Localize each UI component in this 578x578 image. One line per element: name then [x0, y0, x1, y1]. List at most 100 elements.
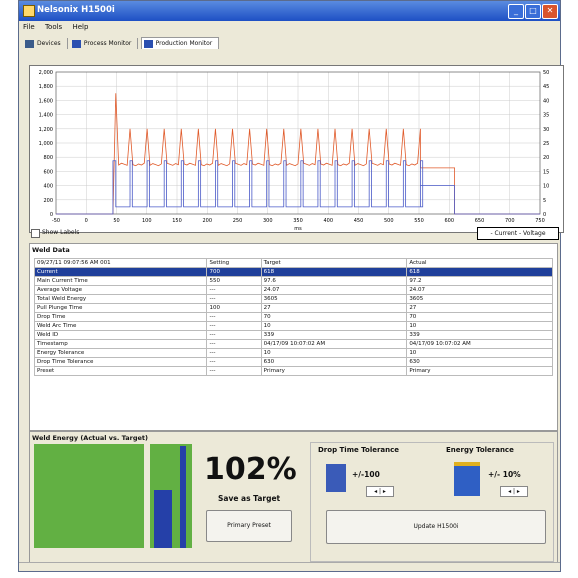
drop-time-tolerance-title: Drop Time Tolerance	[318, 446, 400, 454]
y2-tick-label: 25	[543, 141, 549, 147]
table-header[interactable]: Setting	[206, 258, 262, 268]
chart-svg: 2,0001,8001,6001,4001,2001,0008006004002…	[39, 70, 550, 232]
table-header[interactable]: Target	[260, 258, 408, 268]
x-tick-label: 700	[505, 218, 515, 224]
x-tick-label: 150	[172, 218, 182, 224]
table-row[interactable]: Pull Plunge Time 100 27 27	[33, 303, 553, 313]
weld-data-table: 09/27/11 09:07:56 AM 001 Setting Target Act…	[33, 258, 553, 376]
table-cell: 04/17/09 10:07:02 AM	[406, 339, 553, 349]
y-tick-label: 800	[43, 155, 53, 161]
show-labels-label: Show Labels	[42, 229, 80, 236]
app-window: Nelsonix H1500i _ □ ✕ File Tools Help De…	[18, 0, 564, 572]
table-cell: 618	[260, 267, 408, 277]
tab-process-monitor[interactable]: Process Monitor	[70, 38, 139, 49]
drop-time-stepper[interactable]: ◂ | ▸	[366, 486, 394, 497]
y2-tick-label: 30	[543, 127, 549, 133]
table-cell: ---	[206, 339, 262, 349]
y-tick-label: 1,600	[39, 98, 53, 104]
actual-bar	[154, 490, 172, 548]
table-row[interactable]: Weld Arc Time --- 10 10	[33, 321, 553, 331]
table-row[interactable]: Energy Tolerance --- 10 10	[33, 348, 553, 358]
energy-percent: 102%	[204, 452, 297, 487]
table-cell: 550	[206, 276, 262, 286]
energy-tolerance-title: Energy Tolerance	[446, 446, 514, 454]
table-row[interactable]: Preset --- Primary Primary	[33, 366, 553, 376]
tab-production-monitor[interactable]: Production Monitor	[140, 37, 220, 49]
energy-icon	[454, 462, 480, 496]
x-tick-label: 450	[354, 218, 364, 224]
energy-title: Weld Energy (Actual vs. Target)	[32, 434, 148, 442]
table-cell: ---	[206, 312, 262, 322]
menu-bar: File Tools Help	[23, 23, 96, 33]
show-labels-checkbox[interactable]	[31, 229, 40, 238]
y2-tick-label: 50	[543, 70, 549, 76]
menu-tools[interactable]: Tools	[45, 23, 62, 31]
process-chart: 2,000 1,800 1,600 1,400 1,200 1,000 800 600 400 2…	[29, 65, 564, 233]
table-cell: ---	[206, 285, 262, 295]
title-bar[interactable]: Nelsonix H1500i _ □ ✕	[19, 1, 560, 21]
table-cell: ---	[206, 357, 262, 367]
x-tick-label: -50	[52, 218, 60, 224]
table-row[interactable]: Drop Time Tolerance --- 630 630	[33, 357, 553, 367]
table-cell: Current	[33, 267, 208, 277]
table-cell: 100	[206, 303, 262, 313]
maximize-button[interactable]: □	[525, 4, 541, 19]
y-tick-label: 200	[43, 198, 53, 204]
menu-help[interactable]: Help	[72, 23, 88, 31]
table-cell: 10	[260, 321, 408, 331]
x-tick-label: 300	[263, 218, 273, 224]
table-cell: 630	[406, 357, 553, 367]
x-tick-label: 500	[384, 218, 394, 224]
update-button[interactable]: Update H1500i	[326, 510, 546, 544]
table-cell: 700	[206, 267, 262, 277]
table-cell: Average Voltage	[33, 285, 208, 295]
table-cell: ---	[206, 348, 262, 358]
primary-preset-button[interactable]: Primary Preset	[206, 510, 292, 542]
table-cell: ---	[206, 366, 262, 376]
devices-icon	[25, 40, 34, 48]
table-cell: ---	[206, 294, 262, 304]
save-as-target-label: Save as Target	[218, 494, 281, 503]
table-row[interactable]: Current 700 618 618	[33, 267, 553, 277]
tab-bar: Devices Process Monitor Production Monit…	[23, 37, 220, 51]
table-cell: 10	[260, 348, 408, 358]
y-tick-label: 600	[43, 169, 53, 175]
table-row[interactable]: Timestamp --- 04/17/09 10:07:02 AM 04/17/09…	[33, 339, 553, 349]
table-cell: ---	[206, 330, 262, 340]
table-cell: 97.2	[406, 276, 553, 286]
table-row[interactable]: Weld ID --- 339 339	[33, 330, 553, 340]
table-header[interactable]: Actual	[406, 258, 553, 268]
energy-fill-box	[34, 444, 144, 548]
y-tick-label: 400	[43, 184, 53, 190]
tab-devices[interactable]: Devices	[23, 38, 68, 49]
table-cell: 630	[260, 357, 408, 367]
minimize-button[interactable]: _	[508, 4, 524, 19]
y2-tick-label: 40	[543, 98, 549, 104]
x-tick-label: 50	[113, 218, 119, 224]
y-tick-label: 2,000	[39, 70, 53, 76]
chart-legend: - Current - Voltage	[477, 227, 559, 240]
menu-file[interactable]: File	[23, 23, 35, 31]
drop-time-icon	[326, 464, 346, 492]
x-tick-label: 0	[85, 218, 88, 224]
monitor-icon	[71, 40, 81, 48]
table-cell: Primary	[406, 366, 553, 376]
table-cell: 3605	[260, 294, 408, 304]
table-cell: 339	[406, 330, 553, 340]
y2-tick-label: 10	[543, 184, 549, 190]
close-button[interactable]: ✕	[542, 4, 558, 19]
table-row[interactable]: Average Voltage --- 24.07 24.07	[33, 285, 553, 295]
table-row[interactable]: Total Weld Energy --- 3605 3605	[33, 294, 553, 304]
table-row[interactable]: Main Current Time 550 97.6 97.2	[33, 276, 553, 286]
table-header[interactable]: 09/27/11 09:07:56 AM 001	[33, 258, 208, 268]
energy-stepper[interactable]: ◂ | ▸	[500, 486, 528, 497]
x-tick-label: 400	[323, 218, 333, 224]
table-cell: 3605	[406, 294, 553, 304]
drop-time-value: +/-100	[352, 470, 380, 479]
y-tick-label: 1,800	[39, 84, 53, 90]
table-row[interactable]: Drop Time --- 70 70	[33, 312, 553, 322]
table-cell: 24.07	[406, 285, 553, 295]
table-cell: 70	[260, 312, 408, 322]
table-cell: Pull Plunge Time	[33, 303, 208, 313]
y-tick-label: 1,000	[39, 141, 53, 147]
